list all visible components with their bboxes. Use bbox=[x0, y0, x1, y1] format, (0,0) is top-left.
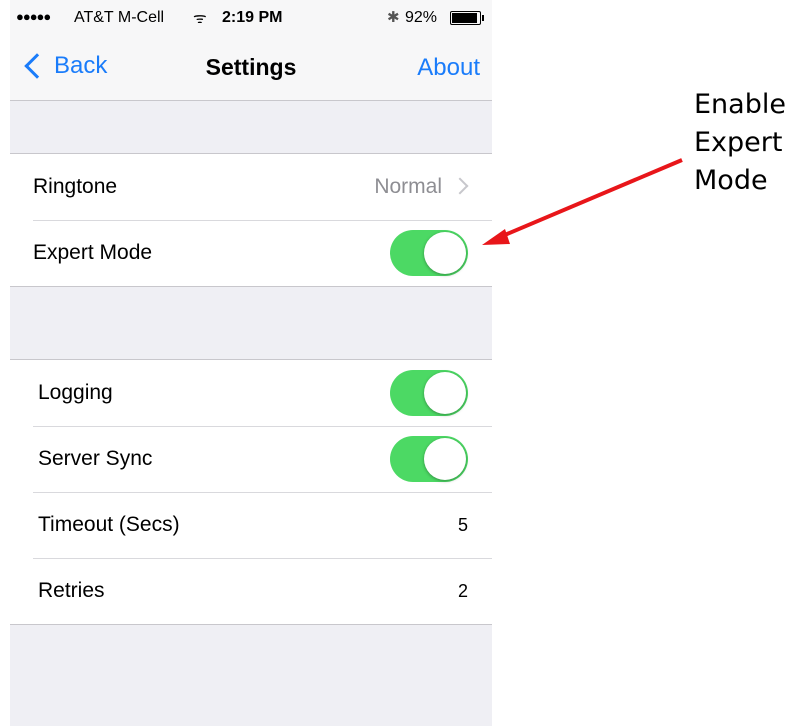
annotation-line: Mode bbox=[694, 165, 768, 196]
annotation-text: Enable Expert Mode bbox=[694, 86, 786, 200]
arrow-line bbox=[499, 158, 683, 239]
annotation-arrow bbox=[482, 158, 683, 245]
annotation-line: Expert bbox=[694, 127, 783, 158]
annotation-line: Enable bbox=[694, 89, 786, 120]
arrow-head bbox=[482, 229, 510, 245]
